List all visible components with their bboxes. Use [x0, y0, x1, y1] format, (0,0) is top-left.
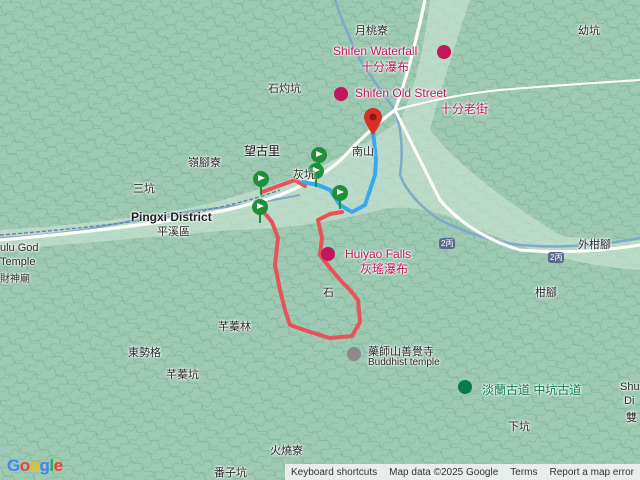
label-wai-ganjiao: 外柑腳 — [578, 239, 611, 251]
label-pingxi-district: Pingxi District — [131, 210, 212, 224]
green-flag-pin-icon[interactable] — [252, 170, 270, 196]
label-pingxi-district-zh: 平溪區 — [157, 226, 190, 238]
label-right-edge-1: Shu — [620, 381, 640, 393]
label-shifen-waterfall[interactable]: Shifen Waterfall — [333, 44, 417, 58]
waterfall-poi-icon[interactable] — [437, 45, 451, 59]
label-dongshige: 東勢格 — [128, 347, 161, 359]
label-yaoshishan-en: Buddhist temple — [368, 357, 440, 368]
label-zhuqinlin: 芊蓁林 — [218, 321, 251, 333]
label-huikeng: 灰坑 — [293, 169, 315, 181]
label-wangguli: 望古里 — [244, 144, 281, 158]
label-right-edge-3: 雙 — [626, 412, 637, 424]
label-left-edge-2: Temple — [0, 256, 36, 268]
label-huiyao-falls-zh: 灰瑤瀑布 — [360, 262, 409, 276]
label-right-edge-2: Di — [624, 395, 635, 407]
green-flag-pin-icon[interactable] — [331, 184, 349, 210]
temple-poi-icon[interactable] — [347, 347, 361, 361]
road-badge-2c: 2丙 — [548, 252, 565, 263]
label-xiakeng: 下坑 — [508, 421, 530, 433]
label-huoshaoliao: 火燒寮 — [270, 445, 303, 457]
terms-link[interactable]: Terms — [504, 467, 543, 478]
label-zhuzikeng: 番子坑 — [214, 467, 247, 479]
label-shifen-old-street-zh: 十分老街 — [440, 102, 489, 116]
label-shi: 石 — [323, 287, 334, 299]
label-shifen-waterfall-zh: 十分瀑布 — [361, 60, 410, 74]
label-huiyao-falls[interactable]: Huiyao Falls — [345, 247, 411, 261]
label-sankeng: 三坑 — [133, 183, 155, 195]
label-yuetaoliao: 月桃寮 — [355, 25, 388, 37]
label-shizhuokeng: 石灼坑 — [268, 83, 301, 95]
label-ganjiao: 柑腳 — [535, 287, 557, 299]
label-danlan-trail[interactable]: 淡蘭古道 中坑古道 — [482, 381, 581, 398]
label-nanshan: 南山 — [352, 146, 374, 158]
trail-poi-icon[interactable] — [458, 380, 472, 394]
old-street-poi-icon[interactable] — [334, 87, 348, 101]
label-youkeng: 幼坑 — [578, 25, 600, 37]
report-error-link[interactable]: Report a map error — [544, 467, 640, 478]
green-flag-pin-icon[interactable] — [251, 198, 269, 224]
terrain-map[interactable] — [0, 0, 640, 480]
huiyao-poi-icon[interactable] — [321, 247, 335, 261]
google-logo: Google — [7, 456, 63, 475]
label-zhuqinkeng: 芊蓁坑 — [166, 369, 199, 381]
label-left-edge-1: ulu God — [0, 242, 39, 254]
road-badge-2c: 2丙 — [439, 238, 456, 249]
map-footer: Keyboard shortcuts Map data ©2025 Google… — [284, 464, 640, 480]
label-shifen-old-street[interactable]: Shifen Old Street — [355, 86, 446, 100]
red-location-pin-icon[interactable] — [363, 108, 383, 136]
label-left-edge-3: 財神廟 — [0, 274, 30, 285]
keyboard-shortcuts-link[interactable]: Keyboard shortcuts — [285, 467, 383, 478]
label-lingjiaoliao: 嶺腳寮 — [188, 157, 221, 169]
map-data-attribution: Map data ©2025 Google — [389, 466, 499, 478]
